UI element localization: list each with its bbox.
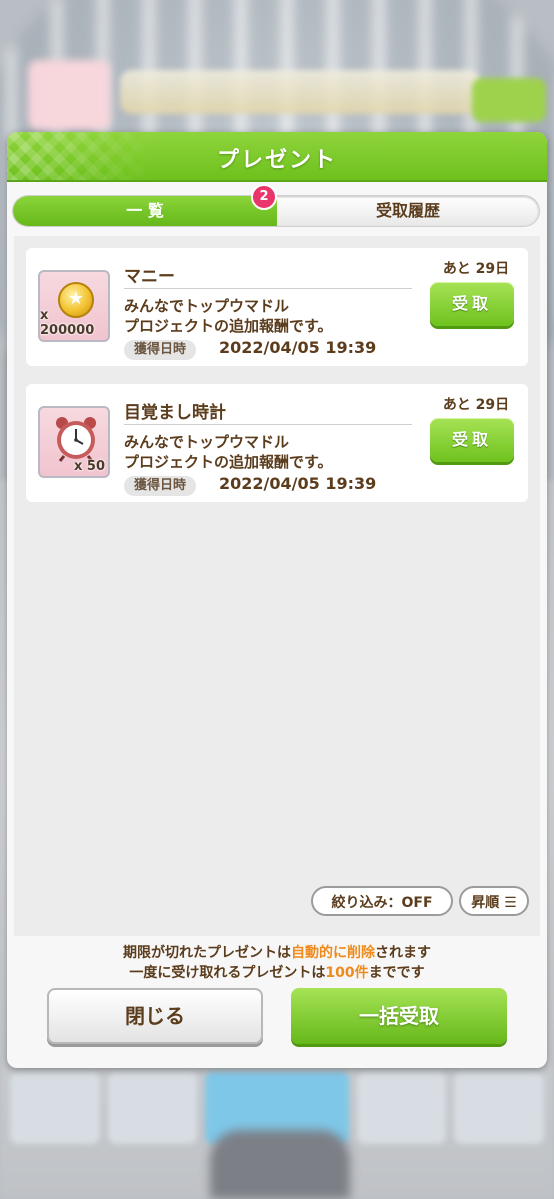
limit-note: 一度に受け取れるプレゼントは100件までです [7,962,547,982]
tab-list[interactable]: 一 覧 [13,196,277,226]
present-item: x 50 目覚まし時計 みんなでトップウマドル プロジェクトの追加報酬です。 獲… [26,384,528,502]
unread-count-badge: 2 [251,184,277,210]
receive-button[interactable]: 受取 [430,282,514,326]
divider [124,288,412,289]
tab-history[interactable]: 受取履歴 [277,196,539,226]
item-description: みんなでトップウマドル プロジェクトの追加報酬です。 [124,433,333,471]
note-highlight: 100件 [325,965,369,981]
background-nav-item [107,1072,198,1144]
receive-all-button[interactable]: 一括受取 [291,988,507,1044]
close-button[interactable]: 閉じる [47,988,263,1044]
item-description: みんなでトップウマドル プロジェクトの追加報酬です。 [124,297,333,335]
background-character [210,1130,350,1199]
sort-order-button[interactable]: 昇順 ☰ [459,886,529,916]
expiry-note: 期限が切れたプレゼントは自動的に削除されます [7,942,547,962]
present-list[interactable]: ★ x 200000 マニー みんなでトップウマドル プロジェクトの追加報酬です… [14,236,540,936]
note-text: 期限が切れたプレゼントは [123,945,291,961]
dialog-title: プレゼント [216,148,337,173]
acquired-date: 2022/04/05 19:39 [219,474,377,493]
item-quantity: x 50 [73,459,105,474]
note-text: 一度に受け取れるプレゼントは [129,965,326,981]
note-text: されます [375,945,431,961]
acquired-date: 2022/04/05 19:39 [219,338,377,357]
background-logo [28,60,110,130]
background-status-bar [120,70,480,114]
item-icon-frame: x 50 [38,406,110,478]
background-nav-item [356,1072,447,1144]
item-name: マニー [124,267,175,287]
item-name: 目覚まし時計 [124,403,226,423]
receive-button[interactable]: 受取 [430,418,514,462]
note-text: までです [368,965,425,981]
remaining-days: あと 29日 [442,261,510,277]
note-highlight: 自動的に削除 [291,945,375,961]
item-quantity: x 200000 [40,308,95,338]
date-label: 獲得日時 [124,476,197,496]
filter-button[interactable]: 絞り込み：OFF [311,886,453,916]
remaining-days: あと 29日 [442,397,510,413]
present-dialog: プレゼント 一 覧 受取履歴 2 ★ x 200000 マニー みんなでトップウ… [7,132,547,1068]
background-nav-item [454,1072,544,1144]
background-nav-item [10,1072,100,1144]
present-item: ★ x 200000 マニー みんなでトップウマドル プロジェクトの追加報酬です… [26,248,528,366]
date-label: 獲得日時 [124,340,197,360]
background-top-button [472,78,546,122]
dialog-header: プレゼント [7,132,547,182]
alarm-clock-icon [56,417,96,462]
item-icon-frame: ★ x 200000 [38,270,110,342]
divider [124,424,412,425]
